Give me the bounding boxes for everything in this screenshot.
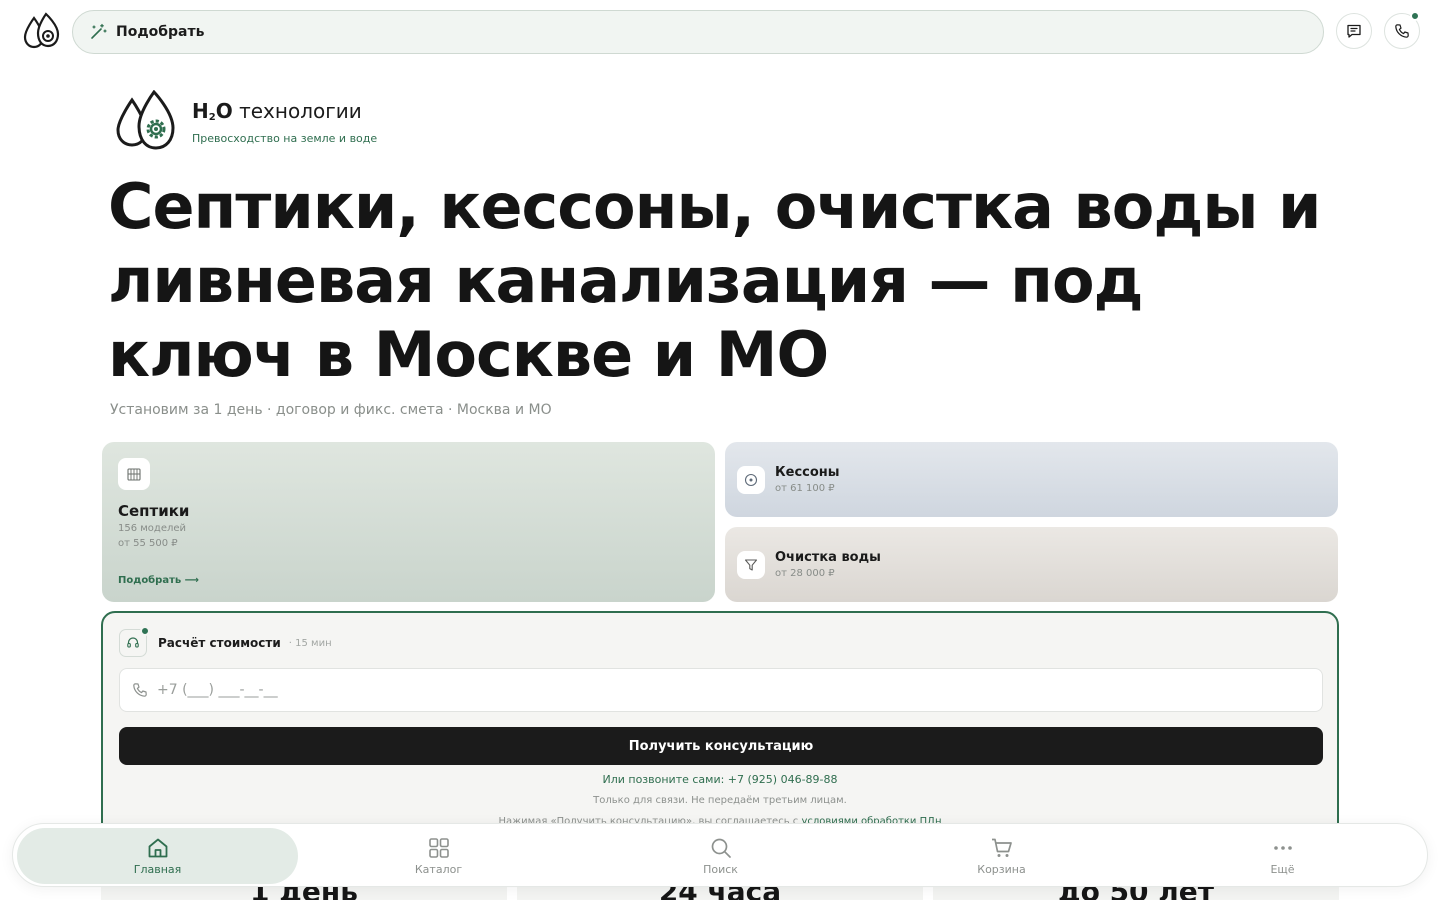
brand-name: H2O технологии xyxy=(192,99,362,123)
category-card-septic[interactable]: Септики 156 моделей от 55 500 ₽ Подобрат… xyxy=(102,442,715,602)
hero-subtitle: Установим за 1 день · договор и фикс. см… xyxy=(110,402,552,418)
cart-icon xyxy=(991,838,1012,857)
nav-home-label: Главная xyxy=(133,863,182,876)
category-card-water[interactable]: Очистка воды от 28 000 ₽ xyxy=(725,527,1338,602)
get-consultation-button[interactable]: Получить консультацию xyxy=(119,727,1323,765)
bottom-navigation: Главная Каталог Поиск Корзина Ещё xyxy=(12,823,1428,887)
message-icon xyxy=(1347,24,1361,38)
more-dots-icon xyxy=(1273,846,1292,850)
water-icon-box xyxy=(737,550,765,579)
caisson-icon xyxy=(744,473,758,486)
septic-models: 156 моделей xyxy=(118,523,187,534)
septic-name: Септики xyxy=(118,502,190,520)
consultation-form: Расчёт стоимости · 15 мин Получить консу… xyxy=(101,611,1339,851)
water-name: Очистка воды xyxy=(775,549,881,565)
grid-icon xyxy=(428,838,449,858)
filter-icon xyxy=(744,558,758,571)
kesson-name: Кессоны xyxy=(775,464,840,480)
search-label: Подобрать xyxy=(116,24,205,40)
water-price: от 28 000 ₽ xyxy=(775,567,835,579)
septic-icon-box xyxy=(118,458,150,490)
nav-cart-label: Корзина xyxy=(977,863,1026,876)
brand-logo-icon xyxy=(116,90,175,150)
septic-select-link[interactable]: Подобрать ⟶ xyxy=(118,575,199,586)
nav-search-label: Поиск xyxy=(703,863,738,876)
headset-icon xyxy=(127,637,139,648)
top-bar: Подобрать xyxy=(0,0,1440,64)
phone-icon xyxy=(1395,24,1409,38)
privacy-note: Только для связи. Не передаём третьим ли… xyxy=(593,795,847,806)
category-card-kesson[interactable]: Кессоны от 61 100 ₽ xyxy=(725,442,1338,517)
nav-cart[interactable]: Корзина xyxy=(861,828,1142,884)
chat-button[interactable] xyxy=(1336,13,1372,49)
nav-more-label: Ещё xyxy=(1270,863,1295,876)
support-icon-box xyxy=(119,626,150,657)
call-button[interactable] xyxy=(1384,11,1420,49)
phone-input[interactable] xyxy=(157,682,1257,698)
septic-price: от 55 500 ₽ xyxy=(118,538,178,549)
kesson-icon-box xyxy=(737,465,765,494)
kesson-price: от 61 100 ₽ xyxy=(775,482,835,494)
consult-time: · 15 мин xyxy=(288,637,332,649)
search-bar[interactable]: Подобрать xyxy=(72,10,1324,54)
phone-icon xyxy=(133,683,147,697)
brand-tagline: Превосходство на земле и воде xyxy=(192,132,378,145)
brand-block: H2O технологии Превосходство на земле и … xyxy=(114,90,377,154)
phone-field[interactable] xyxy=(119,668,1323,712)
search-icon xyxy=(711,838,731,858)
online-indicator xyxy=(140,626,150,636)
magic-wand-icon xyxy=(91,23,107,39)
nav-catalog[interactable]: Каталог xyxy=(298,828,579,884)
call-us-line[interactable]: Или позвоните сами: +7 (925) 046-89-88 xyxy=(103,773,1337,786)
logo-icon[interactable] xyxy=(22,12,60,52)
nav-search[interactable]: Поиск xyxy=(580,828,861,884)
septic-tank-icon xyxy=(127,468,141,481)
nav-home[interactable]: Главная xyxy=(17,828,298,884)
nav-more[interactable]: Ещё xyxy=(1142,828,1423,884)
hero-title: Септики, кессоны, очистка воды и ливнева… xyxy=(108,170,1321,391)
home-icon xyxy=(148,838,167,858)
consult-title: Расчёт стоимости xyxy=(158,636,281,650)
online-indicator xyxy=(1410,11,1420,21)
nav-catalog-label: Каталог xyxy=(414,863,463,876)
